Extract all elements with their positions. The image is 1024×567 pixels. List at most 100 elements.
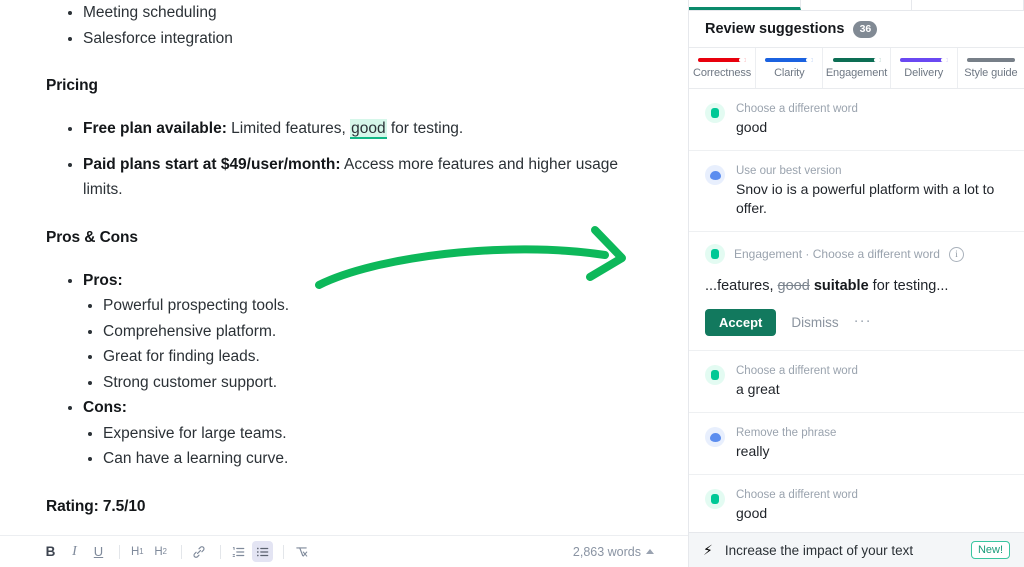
category-correctness[interactable]: Correctness <box>689 48 757 89</box>
suggestion-count-badge: 36 <box>853 20 878 38</box>
pricing-free-text: Limited features, <box>226 120 351 137</box>
suggestion-kind: Use our best version <box>736 165 842 178</box>
category-label: Correctness <box>693 66 752 79</box>
suggestion-card[interactable]: Remove the phrase really <box>689 413 1024 476</box>
pricing-heading: Pricing <box>46 77 98 94</box>
pricing-bullet-list: Free plan available: Limited features, g… <box>46 116 642 203</box>
category-style-guide[interactable]: Style guide <box>958 48 1024 88</box>
italic-button[interactable]: I <box>64 541 85 562</box>
list-item-label: Meeting scheduling <box>83 4 217 21</box>
suggestion-text: good <box>736 119 768 136</box>
list-item-label: Strong customer support. <box>103 373 278 391</box>
toolbar-divider <box>180 544 182 559</box>
pros-sublist: Powerful prospecting tools. Comprehensiv… <box>66 293 642 395</box>
heading-1-button[interactable]: H1 <box>127 541 147 562</box>
preview-struck-word: good <box>777 278 810 295</box>
list-item: Meeting scheduling <box>66 0 642 26</box>
document-text-area[interactable]: Meeting scheduling Salesforce integratio… <box>0 0 688 535</box>
best-version-icon <box>705 165 725 186</box>
cons-sublist: Expensive for large teams. Can have a le… <box>66 421 642 472</box>
category-engagement[interactable]: Engagement <box>823 48 891 89</box>
promo-label: Increase the impact of your text <box>724 542 914 558</box>
suggestion-card[interactable]: Choose a different word good <box>689 89 1024 152</box>
suggestion-card[interactable]: Choose a different word good <box>689 475 1024 532</box>
category-delivery[interactable]: Delivery <box>891 48 958 89</box>
heading-2-button[interactable]: H2 <box>150 541 170 562</box>
category-bar <box>765 57 814 62</box>
suggestion-text: really <box>736 443 770 460</box>
h2-label: H <box>154 545 163 558</box>
suggestion-card[interactable]: Use our best version Snov io is a powerf… <box>689 151 1024 233</box>
list-item-label: Expensive for large teams. <box>103 424 287 442</box>
list-item-label: Salesforce integration <box>83 29 233 47</box>
category-label: Delivery <box>904 66 944 79</box>
expanded-suggestion-preview: ...features, good suitable for testing..… <box>705 276 1008 296</box>
numbered-list-icon[interactable] <box>228 541 249 562</box>
expanded-suggestion-card[interactable]: Engagement · Choose a different word i .… <box>689 232 1024 352</box>
category-filter-bar: Correctness Clarity Engagement Delivery … <box>689 48 1024 90</box>
suggestion-text: a great <box>736 381 780 398</box>
toolbar-divider <box>119 544 120 559</box>
category-bar <box>698 57 747 62</box>
expanded-kind-label: Choose a different word <box>812 247 940 262</box>
list-item: Cons: <box>66 395 642 421</box>
list-item-label: Comprehensive platform. <box>103 322 277 340</box>
h1-sub: 1 <box>139 547 144 556</box>
underline-button[interactable]: U <box>88 541 109 562</box>
separator-dot: · <box>805 247 813 262</box>
suggestion-text: Snov io is a powerful platform with a lo… <box>736 181 995 217</box>
grammarly-editor-screen: Meeting scheduling Salesforce integratio… <box>0 0 1024 567</box>
info-icon[interactable]: i <box>948 246 964 262</box>
sidebar-tab-second[interactable] <box>801 0 913 10</box>
suggestion-card[interactable]: Choose a different word a great <box>689 351 1024 414</box>
preview-suffix: for testing... <box>868 278 949 295</box>
dismiss-button[interactable]: Dismiss <box>789 309 840 336</box>
sidebar-tab-third[interactable] <box>912 0 1024 10</box>
pros-label: Pros: <box>83 271 123 289</box>
category-label: Engagement <box>825 66 888 79</box>
editor-toolbar: B I U H1 H2 2,863 words <box>0 535 688 567</box>
category-label: Style guide <box>964 66 1018 79</box>
list-item-label: Can have a learning curve. <box>103 450 289 467</box>
inline-suggestion-highlight-good[interactable]: good <box>350 119 387 139</box>
category-label: Clarity <box>774 66 805 79</box>
bold-button[interactable]: B <box>40 541 61 562</box>
suggestion-kind: Remove the phrase <box>736 427 837 440</box>
new-badge: New! <box>970 541 1010 559</box>
remove-phrase-icon <box>705 427 725 448</box>
document-pane: Meeting scheduling Salesforce integratio… <box>0 0 688 567</box>
promo-banner[interactable]: ⚡ Increase the impact of your text New! <box>689 532 1024 567</box>
expanded-suggestion-header: Engagement · Choose a different word i <box>705 244 1008 265</box>
preview-suggested-word: suitable <box>813 278 869 295</box>
list-item: Comprehensive platform. <box>86 319 642 345</box>
expanded-suggestion-actions: Accept Dismiss ··· <box>705 309 1008 337</box>
bulleted-list-icon[interactable] <box>251 541 273 562</box>
feature-bullet-list: Meeting scheduling Salesforce integratio… <box>46 0 642 51</box>
pricing-paid-label: Paid plans start at $49/user/month: <box>83 155 341 173</box>
sidebar-header: Review suggestions 36 <box>689 11 1024 49</box>
list-item: Pros: <box>66 268 642 294</box>
list-item: Free plan available: Limited features, g… <box>66 116 642 142</box>
lightning-bolt-icon: ⚡ <box>703 542 713 558</box>
suggestion-word-icon <box>705 244 725 265</box>
list-item-label: Great for finding leads. <box>103 348 260 365</box>
preview-prefix: ...features, <box>705 278 778 295</box>
more-options-icon[interactable]: ··· <box>854 313 872 330</box>
suggestion-list: Choose a different word good Use our bes… <box>689 89 1024 532</box>
link-icon[interactable] <box>189 541 210 562</box>
suggestion-kind: Choose a different word <box>736 489 858 502</box>
category-bar <box>832 57 881 62</box>
list-item: Expensive for large teams. <box>86 421 642 447</box>
accept-button[interactable]: Accept <box>705 309 777 337</box>
sidebar-tab-active[interactable] <box>689 0 801 10</box>
pricing-free-text-after: for testing. <box>386 120 464 137</box>
pros-cons-list: Pros: Powerful prospecting tools. Compre… <box>46 268 642 472</box>
list-item: Great for finding leads. <box>86 344 642 370</box>
list-item: Salesforce integration <box>66 26 642 52</box>
category-bar <box>966 57 1015 62</box>
word-count[interactable]: 2,863 words <box>573 545 654 559</box>
clear-formatting-icon[interactable] <box>291 541 312 562</box>
list-item: Paid plans start at $49/user/month: Acce… <box>66 152 642 203</box>
pricing-free-label: Free plan available: <box>83 120 227 137</box>
category-clarity[interactable]: Clarity <box>756 48 824 89</box>
